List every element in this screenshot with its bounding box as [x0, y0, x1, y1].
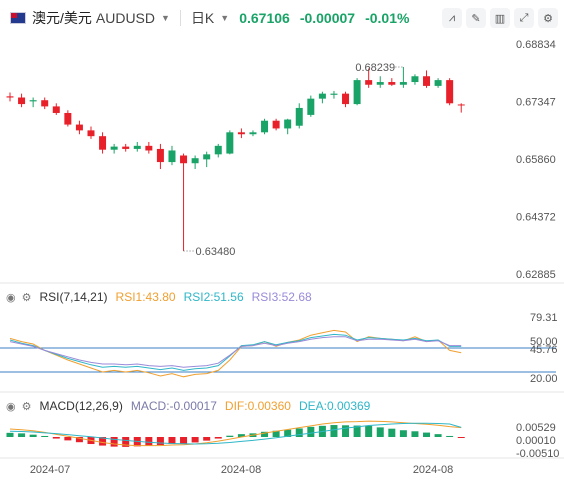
macd-bar — [434, 434, 442, 437]
candle-body — [330, 93, 338, 95]
candle-body — [99, 136, 107, 150]
rsi-line-rsi1 — [9, 329, 462, 378]
macd-bar — [145, 437, 153, 446]
rsi-tick-label: 79.31 — [530, 312, 558, 324]
macd-bar — [399, 430, 407, 437]
candle-body — [214, 145, 222, 155]
price-tick-label: 0.64372 — [516, 212, 556, 224]
x-tick-label: 2024-07 — [30, 464, 70, 476]
macd-bar — [6, 432, 14, 437]
macd-bar — [18, 433, 26, 437]
candle-body — [226, 132, 234, 154]
macd-bar — [191, 437, 199, 443]
candle-body — [249, 132, 257, 135]
price-tick-label: 0.67347 — [516, 96, 556, 108]
candle-body — [191, 158, 199, 164]
candle-body — [203, 154, 211, 160]
high-annotation: 0.68239 — [355, 62, 395, 74]
macd-bar — [446, 435, 454, 437]
candle-body — [365, 80, 373, 85]
macd-bar — [423, 432, 431, 437]
macd-bar — [295, 428, 303, 437]
rsi-tick-label: 45.76 — [530, 344, 558, 356]
candle-body — [457, 104, 465, 106]
rsi-tick-label: 20.00 — [530, 373, 558, 385]
candle-body — [318, 93, 326, 99]
candle-body — [156, 148, 164, 163]
low-annotation: 0.63480 — [196, 246, 236, 258]
macd-bar — [388, 428, 396, 437]
candle-body — [423, 76, 431, 86]
candle-body — [18, 97, 26, 105]
candle-body — [446, 80, 454, 104]
candle-body — [133, 145, 141, 149]
macd-bar — [156, 437, 164, 446]
macd-bar — [376, 427, 384, 437]
candle-body — [75, 124, 83, 131]
macd-bar — [457, 437, 465, 438]
x-tick-label: 2024-08 — [413, 464, 453, 476]
candle-body — [353, 80, 361, 105]
macd-tick-label: 0.00010 — [516, 435, 556, 447]
macd-bar — [203, 437, 211, 441]
candle-body — [307, 98, 315, 115]
candle-body — [29, 100, 37, 102]
candle-body — [434, 80, 442, 86]
candle-body — [399, 82, 407, 85]
candle-body — [237, 132, 245, 135]
price-tick-label: 0.68834 — [516, 39, 556, 51]
candle-body — [122, 146, 130, 149]
candle-body — [261, 120, 269, 133]
price-tick-label: 0.62885 — [516, 269, 556, 281]
price-tick-label: 0.65860 — [516, 154, 556, 166]
macd-bar — [365, 425, 373, 437]
candle-body — [272, 120, 280, 129]
candle-body — [284, 119, 292, 129]
macd-bar — [64, 437, 72, 441]
candle-body — [52, 106, 60, 113]
candle-body — [64, 112, 72, 125]
candle-body — [411, 76, 419, 83]
x-tick-label: 2024-08 — [221, 464, 261, 476]
macd-tick-label: -0.00510 — [516, 448, 559, 460]
macd-bar — [52, 437, 60, 439]
macd-bar — [307, 426, 315, 437]
macd-bar — [180, 437, 188, 444]
macd-bar — [110, 437, 118, 447]
macd-bar — [330, 425, 338, 437]
candle-body — [110, 146, 118, 150]
candle-body — [376, 82, 384, 85]
candle-body — [87, 130, 95, 137]
macd-bar — [342, 425, 350, 437]
candle-body — [6, 96, 14, 98]
candle-body — [168, 150, 176, 163]
candle-body — [145, 145, 153, 151]
macd-bar — [226, 435, 234, 437]
candle-body — [388, 82, 396, 85]
macd-bar — [214, 437, 222, 439]
candle-body — [180, 155, 188, 164]
macd-bar — [29, 434, 37, 437]
candle-body — [295, 107, 303, 126]
macd-bar — [411, 431, 419, 437]
candle-body — [342, 93, 350, 105]
candle-body — [41, 100, 49, 107]
kline-chart[interactable]: 0.68834 0.67347 0.65860 0.64372 0.62885 0.682… — [0, 0, 564, 483]
macd-bar — [41, 435, 49, 437]
macd-tick-label: 0.00529 — [516, 422, 556, 434]
rsi-line-rsi3 — [9, 336, 462, 368]
